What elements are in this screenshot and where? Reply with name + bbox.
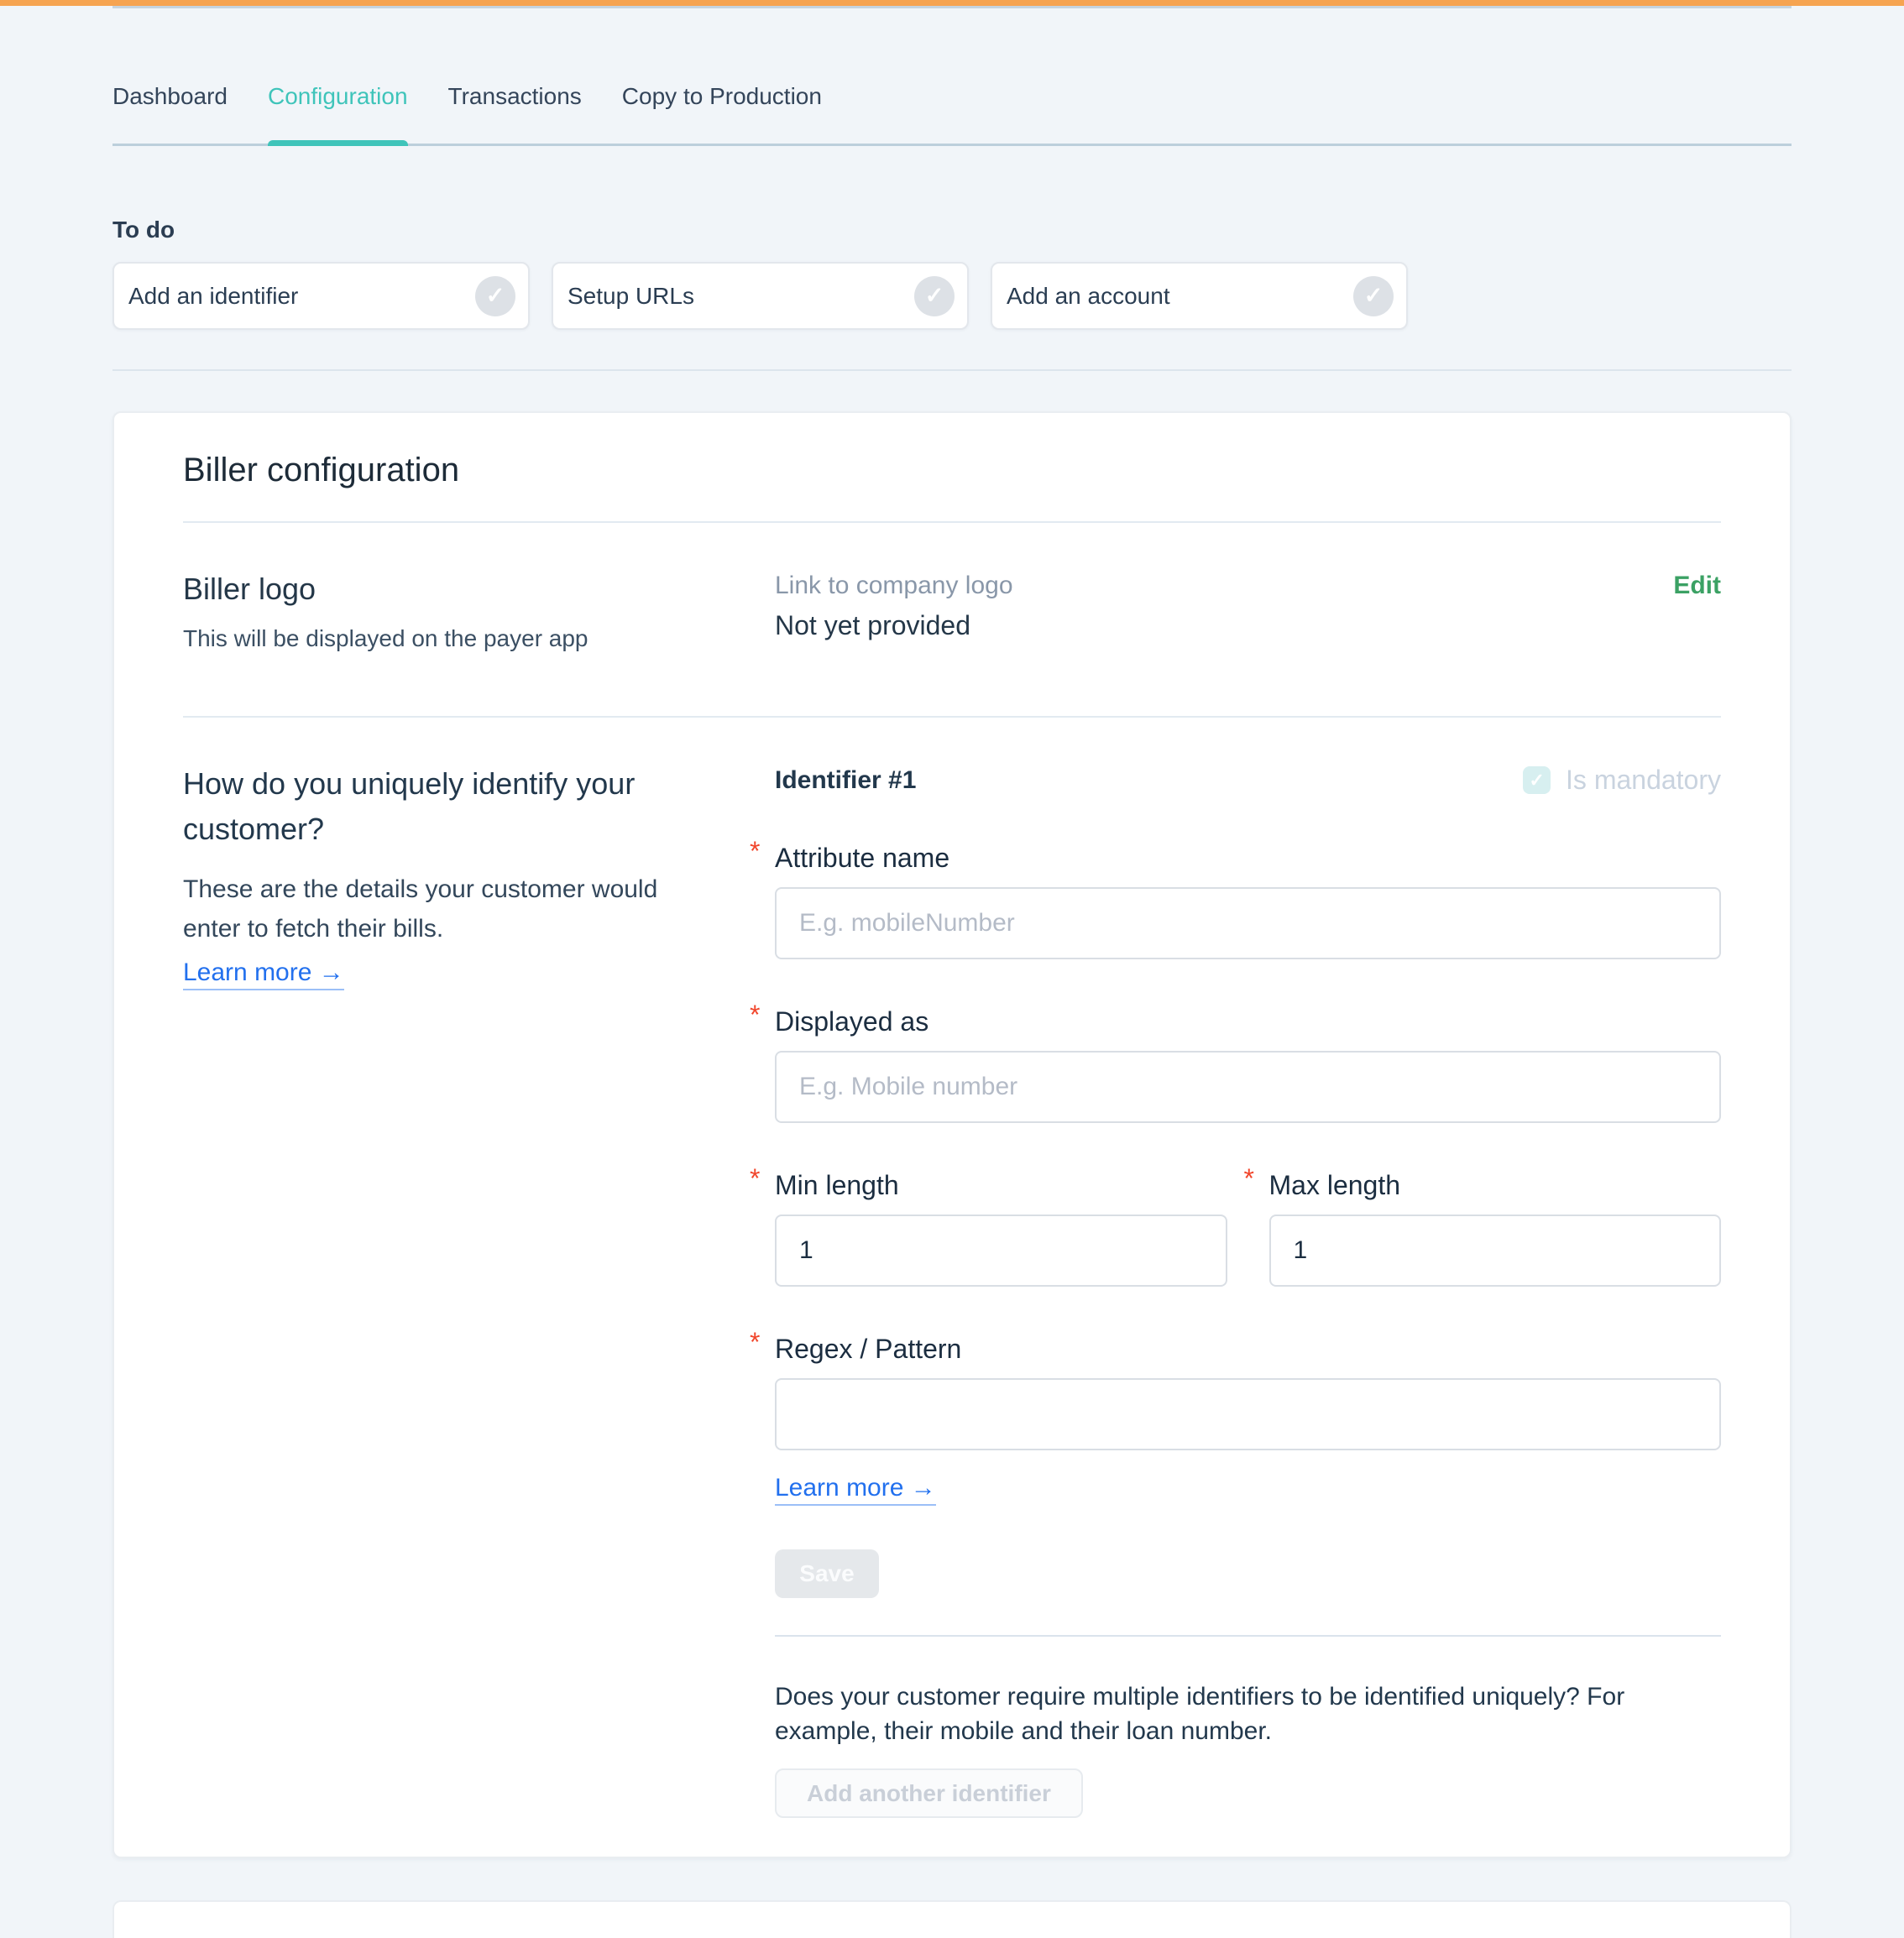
check-circle-icon: ✓ bbox=[914, 276, 955, 316]
multiple-identifiers-question: Does your customer require multiple iden… bbox=[775, 1680, 1721, 1748]
max-length-label-text: Max length bbox=[1269, 1170, 1401, 1200]
company-logo-link-value: Not yet provided bbox=[775, 610, 1673, 641]
biller-configuration-card: Biller configuration Biller logo This wi… bbox=[112, 411, 1792, 1858]
required-asterisk: * bbox=[750, 1327, 760, 1358]
biller-logo-labels: Biller logo This will be displayed on th… bbox=[183, 572, 775, 652]
max-length-label: * Max length bbox=[1269, 1170, 1401, 1201]
todo-title: To do bbox=[112, 217, 1792, 243]
required-asterisk: * bbox=[750, 1000, 760, 1031]
is-mandatory-label: Is mandatory bbox=[1566, 765, 1721, 796]
todo-card-setup-urls[interactable]: Setup URLs ✓ bbox=[552, 262, 969, 330]
check-circle-icon: ✓ bbox=[1353, 276, 1394, 316]
identify-question-block: How do you uniquely identify your custom… bbox=[183, 761, 775, 990]
attribute-name-input[interactable] bbox=[775, 887, 1721, 959]
section-divider bbox=[112, 369, 1792, 371]
required-asterisk: * bbox=[750, 1163, 760, 1194]
identifier-divider bbox=[775, 1635, 1721, 1637]
identifier-row: How do you uniquely identify your custom… bbox=[183, 718, 1721, 1857]
biller-logo-description: This will be displayed on the payer app bbox=[183, 625, 775, 652]
identifier-header: Identifier #1 ✓ Is mandatory bbox=[775, 765, 1721, 796]
todo-card-add-account[interactable]: Add an account ✓ bbox=[991, 262, 1408, 330]
learn-more-link[interactable]: Learn more → bbox=[183, 959, 344, 990]
regex-pattern-input[interactable] bbox=[775, 1378, 1721, 1450]
attribute-name-label: * Attribute name bbox=[775, 843, 949, 874]
next-section-card bbox=[112, 1900, 1792, 1938]
biller-logo-row: Biller logo This will be displayed on th… bbox=[183, 523, 1721, 684]
todo-card-label: Add an identifier bbox=[128, 283, 298, 310]
min-length-input[interactable] bbox=[775, 1215, 1227, 1287]
content-top-divider bbox=[112, 6, 1792, 8]
tab-copy-to-production[interactable]: Copy to Production bbox=[622, 83, 822, 144]
tab-configuration[interactable]: Configuration bbox=[268, 83, 408, 144]
tab-bar: Dashboard Configuration Transactions Cop… bbox=[112, 6, 1792, 146]
edit-logo-link[interactable]: Edit bbox=[1673, 572, 1721, 600]
identifier-form: Identifier #1 ✓ Is mandatory * Attribute… bbox=[775, 761, 1721, 1818]
min-length-label: * Min length bbox=[775, 1170, 899, 1201]
max-length-input[interactable] bbox=[1269, 1215, 1722, 1287]
required-asterisk: * bbox=[750, 836, 760, 867]
regex-pattern-label: * Regex / Pattern bbox=[775, 1334, 961, 1365]
active-tab-indicator bbox=[268, 140, 408, 146]
min-length-block: * Min length bbox=[775, 1123, 1227, 1287]
tab-configuration-label: Configuration bbox=[268, 83, 408, 109]
regex-pattern-label-text: Regex / Pattern bbox=[775, 1334, 961, 1364]
is-mandatory-checkbox[interactable]: ✓ bbox=[1523, 766, 1551, 794]
todo-card-label: Add an account bbox=[1007, 283, 1170, 310]
save-button[interactable]: Save bbox=[775, 1549, 879, 1598]
todo-card-label: Setup URLs bbox=[568, 283, 694, 310]
todo-card-add-identifier[interactable]: Add an identifier ✓ bbox=[112, 262, 530, 330]
add-another-identifier-button[interactable]: Add another identifier bbox=[775, 1768, 1083, 1818]
regex-learn-more-link[interactable]: Learn more → bbox=[775, 1474, 936, 1506]
check-circle-icon: ✓ bbox=[475, 276, 515, 316]
required-asterisk: * bbox=[1244, 1163, 1254, 1194]
displayed-as-input[interactable] bbox=[775, 1051, 1721, 1123]
max-length-block: * Max length bbox=[1269, 1123, 1722, 1287]
tab-dashboard[interactable]: Dashboard bbox=[112, 83, 228, 144]
displayed-as-label-text: Displayed as bbox=[775, 1006, 928, 1037]
displayed-as-label: * Displayed as bbox=[775, 1006, 928, 1037]
identify-description: These are the details your customer woul… bbox=[183, 870, 670, 948]
todo-section: To do Add an identifier ✓ Setup URLs ✓ A… bbox=[112, 217, 1792, 371]
biller-logo-label: Biller logo bbox=[183, 572, 775, 607]
identify-question: How do you uniquely identify your custom… bbox=[183, 761, 670, 852]
min-max-row: * Min length * Max length bbox=[775, 1123, 1721, 1287]
biller-logo-value-block: Link to company logo Not yet provided bbox=[775, 572, 1673, 641]
company-logo-link-label: Link to company logo bbox=[775, 572, 1673, 600]
attribute-name-label-text: Attribute name bbox=[775, 843, 949, 873]
top-accent-bar bbox=[0, 0, 1904, 6]
is-mandatory-control: ✓ Is mandatory bbox=[1523, 765, 1721, 796]
todo-card-list: Add an identifier ✓ Setup URLs ✓ Add an … bbox=[112, 262, 1792, 330]
biller-configuration-title: Biller configuration bbox=[183, 413, 1721, 489]
identifier-title: Identifier #1 bbox=[775, 766, 916, 795]
tab-transactions[interactable]: Transactions bbox=[448, 83, 582, 144]
min-length-label-text: Min length bbox=[775, 1170, 899, 1200]
